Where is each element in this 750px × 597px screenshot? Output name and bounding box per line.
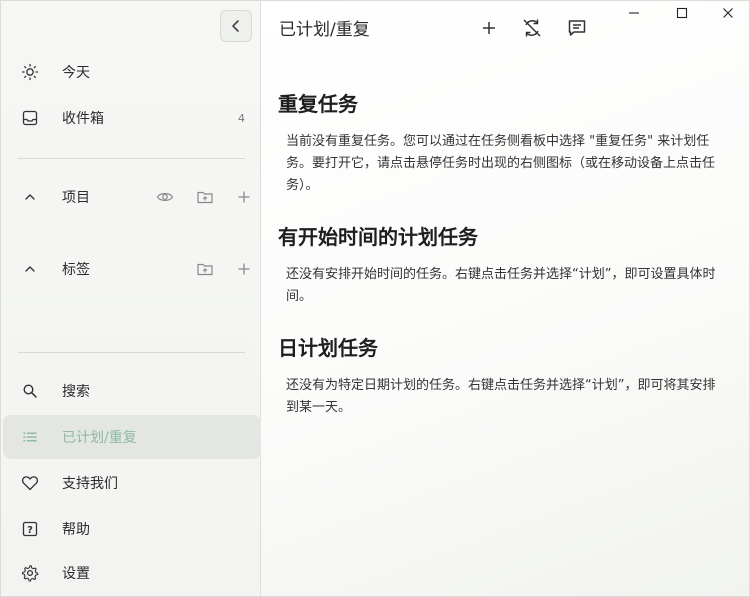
tags-label: 标签 [62, 262, 90, 278]
sync-off-button[interactable] [521, 17, 543, 39]
add-tag-folder-icon[interactable] [196, 260, 214, 278]
inbox-icon [20, 108, 40, 128]
close-window-button[interactable] [713, 1, 743, 25]
section-title-scheduled-time: 有开始时间的计划任务 [278, 225, 478, 249]
sidebar-divider [18, 158, 245, 159]
heart-icon [20, 473, 40, 493]
add-tag-icon[interactable] [235, 260, 253, 278]
minimize-icon [629, 12, 639, 14]
help-icon: ? [20, 519, 40, 539]
inbox-count-badge: 4 [238, 111, 245, 125]
nav-item-inbox[interactable]: 收件箱 4 [1, 96, 261, 140]
nav-item-support[interactable]: 支持我们 [1, 461, 261, 505]
add-task-button[interactable] [478, 17, 500, 39]
nav-item-label: 设置 [62, 566, 90, 582]
section-text-repeat: 当前没有重复任务。您可以通过在任务侧看板中选择 "重复任务" 来计划任务。要打开… [286, 134, 716, 193]
projects-label: 项目 [62, 190, 90, 206]
page-title: 已计划/重复 [279, 20, 370, 40]
maximize-button[interactable] [667, 1, 697, 25]
nav-item-label: 收件箱 [62, 111, 104, 127]
nav-item-settings[interactable]: 设置 [1, 551, 261, 595]
nav-item-label: 帮助 [62, 522, 90, 538]
list-icon [20, 427, 40, 447]
eye-icon[interactable] [156, 188, 174, 206]
minimize-button[interactable] [619, 1, 649, 25]
projects-section-header[interactable]: 项目 [1, 175, 261, 219]
close-icon [723, 8, 733, 18]
search-icon [20, 381, 40, 401]
app-window: 今天 收件箱 4 项目 标签 搜索 已计划/重复 支持我们 ? 帮助 设置 已计… [0, 0, 750, 597]
main-panel: 已计划/重复 重复任务 当前没有重复任务。您可以通过在任务侧看板中选择 "重复任… [261, 1, 749, 596]
nav-item-label: 今天 [62, 65, 90, 81]
chevron-left-icon [232, 20, 239, 32]
section-text-day-plan: 还没有为特定日期计划的任务。右键点击任务并选择“计划”，即可将其安排到某一天。 [286, 378, 716, 415]
message-icon [568, 20, 586, 36]
section-text-scheduled-time: 还没有安排开始时间的任务。右键点击任务并选择“计划”，即可设置具体时间。 [286, 267, 716, 304]
collapse-sidebar-button[interactable] [220, 10, 252, 42]
nav-item-today[interactable]: 今天 [1, 50, 261, 94]
notes-button[interactable] [566, 17, 588, 39]
chevron-up-icon[interactable] [20, 259, 40, 279]
gear-icon [20, 563, 40, 583]
nav-item-help[interactable]: ? 帮助 [1, 507, 261, 551]
chevron-up-icon[interactable] [20, 187, 40, 207]
sidebar: 今天 收件箱 4 项目 标签 搜索 已计划/重复 支持我们 ? 帮助 设置 [1, 1, 261, 596]
section-title-day-plan: 日计划任务 [278, 336, 378, 360]
sidebar-divider [18, 352, 245, 353]
nav-item-label: 搜索 [62, 384, 90, 400]
nav-item-label: 支持我们 [62, 476, 118, 492]
maximize-icon [676, 7, 688, 19]
section-title-repeat: 重复任务 [278, 92, 358, 116]
nav-item-label: 已计划/重复 [62, 430, 137, 446]
sun-icon [20, 62, 40, 82]
add-project-icon[interactable] [235, 188, 253, 206]
nav-item-search[interactable]: 搜索 [1, 369, 261, 413]
svg-text:?: ? [27, 525, 33, 536]
tags-section-header[interactable]: 标签 [1, 247, 261, 291]
sync-off-icon [523, 19, 541, 37]
add-folder-icon[interactable] [196, 188, 214, 206]
nav-item-scheduled[interactable]: 已计划/重复 [3, 415, 261, 459]
plus-icon [483, 22, 495, 34]
